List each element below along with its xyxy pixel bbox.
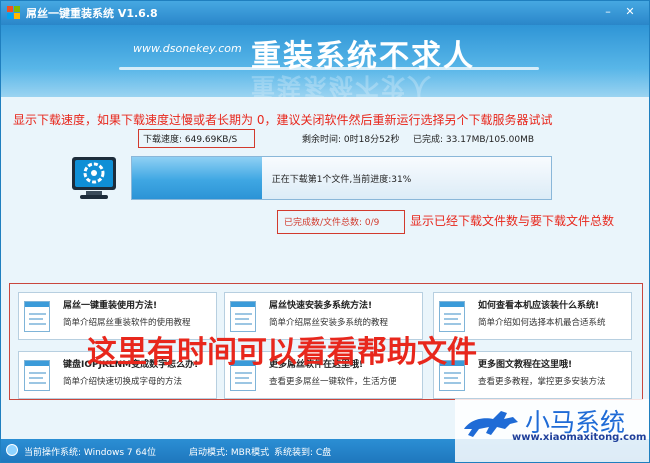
boot-mode: 启动模式: MBR模式	[189, 448, 270, 458]
banner-swoosh	[119, 67, 539, 70]
completed-size: 已完成: 33.17MB/105.00MB	[413, 135, 535, 145]
header-banner: www.dsonekey.com 重装系统不求人 重装系统不求人	[1, 25, 649, 97]
minimize-button[interactable]: –	[601, 5, 615, 19]
close-button[interactable]: ✕	[623, 5, 637, 19]
watermark: 小马系统 www.xiaomaxitong.com	[455, 399, 649, 462]
app-window: 屌丝一键重装系统 V1.6.8 – ✕ www.dsonekey.com 重装系…	[0, 0, 650, 463]
document-icon	[24, 360, 50, 391]
help-card-desc: 查看更多教程，掌控更多安装方法	[478, 377, 606, 387]
install-target: 系统装到: C盘	[274, 448, 332, 458]
help-card-title: 屌丝快速安装多系统方法!	[269, 301, 373, 311]
current-os: 当前操作系统: Windows 7 64位	[24, 448, 156, 458]
help-annotation: 这里有时间可以看看帮助文件	[87, 335, 477, 370]
file-count-annotation: 显示已经下载文件数与要下载文件总数	[410, 214, 615, 228]
slogan-reflection: 重装系统不求人	[251, 72, 433, 97]
download-progress-bar: 正在下载第1个文件,当前进度:31%	[131, 156, 552, 200]
help-card-title: 更多图文教程在这里哦!	[478, 360, 573, 370]
speed-annotation: 显示下载速度，如果下载速度过慢或者长期为 0，建议关闭软件然后重新运行选择另个下…	[13, 113, 553, 127]
monitor-icon	[72, 157, 116, 199]
window-title: 屌丝一键重装系统 V1.6.8	[26, 7, 158, 20]
document-icon	[24, 301, 50, 332]
help-card-desc: 简单介绍如何选择本机最合适系统	[478, 318, 606, 328]
status-icon	[6, 444, 18, 456]
remaining-time: 剩余时间: 0时18分52秒	[302, 135, 400, 145]
help-card-title: 如何查看本机应该装什么系统!	[478, 301, 600, 311]
title-bar[interactable]: 屌丝一键重装系统 V1.6.8 – ✕	[1, 1, 649, 25]
watermark-url: www.xiaomaxitong.com	[512, 432, 647, 443]
help-card-title: 屌丝一键重装使用方法!	[63, 301, 158, 311]
download-speed: 下载速度: 649.69KB/S	[143, 135, 238, 145]
site-url: www.dsonekey.com	[133, 42, 242, 55]
windows-logo-icon	[7, 6, 20, 19]
help-card-desc: 简单介绍快速切换成字母的方法	[63, 377, 183, 387]
help-card-desc: 查看更多屌丝一键软件，生活方便	[269, 377, 397, 387]
file-count: 已完成数/文件总数: 0/9	[284, 218, 380, 228]
progress-text: 正在下载第1个文件,当前进度:31%	[271, 175, 412, 185]
